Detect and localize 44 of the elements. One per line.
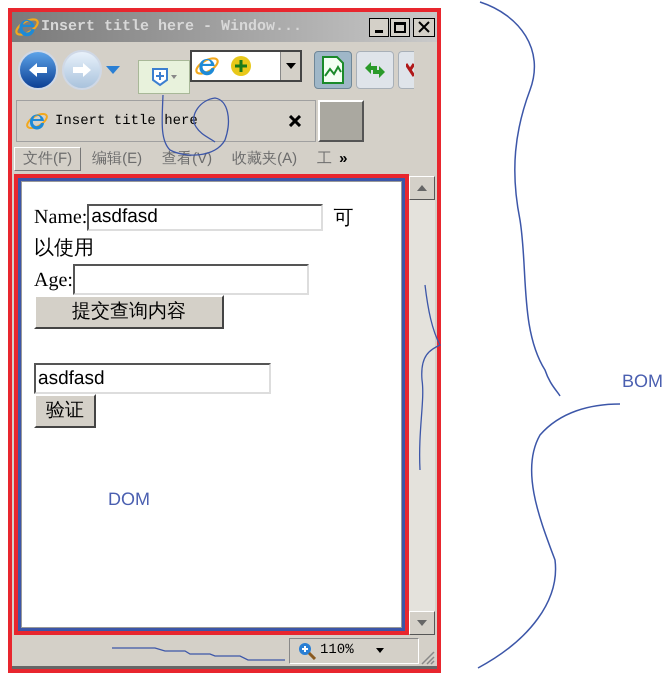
up-triangle-icon xyxy=(417,185,427,191)
left-arrow-icon xyxy=(27,61,49,79)
close-button[interactable] xyxy=(413,18,435,36)
address-box[interactable] xyxy=(190,50,302,82)
dropdown-button[interactable] xyxy=(280,52,300,80)
name-label: Name: xyxy=(34,205,88,230)
zoom-control[interactable]: 110% xyxy=(289,638,419,664)
right-arrow-icon xyxy=(71,61,93,79)
back-button[interactable] xyxy=(18,50,58,90)
close-icon xyxy=(418,21,430,33)
plus-shield-icon xyxy=(151,67,169,87)
bom-label: BOM xyxy=(622,370,664,393)
resize-grip-icon[interactable] xyxy=(419,649,435,665)
caret-icon xyxy=(376,648,384,653)
maximize-button[interactable] xyxy=(390,18,410,36)
down-triangle-icon xyxy=(417,620,427,626)
compatibility-button[interactable] xyxy=(314,51,352,89)
availability-message: 以使用 xyxy=(34,234,94,261)
age-label: Age: xyxy=(34,268,73,292)
refresh-arrows-icon xyxy=(363,60,387,80)
overflow-chevron[interactable]: » xyxy=(339,148,348,170)
check-field[interactable]: asdfasd xyxy=(34,363,271,394)
page-icon xyxy=(321,56,345,84)
age-field[interactable] xyxy=(72,264,309,295)
cross-icon xyxy=(406,62,414,78)
scroll-down-button[interactable] xyxy=(409,611,435,635)
add-favorite-button[interactable] xyxy=(138,60,190,94)
window-title: Insert title here - Window... xyxy=(41,16,304,37)
plus-circle-icon xyxy=(230,55,252,77)
verify-button[interactable]: 验证 xyxy=(34,394,96,428)
scroll-up-button[interactable] xyxy=(409,176,435,200)
caret-icon xyxy=(171,75,177,79)
submit-button[interactable]: 提交查询内容 xyxy=(34,295,224,329)
availability-message: 可 xyxy=(333,204,354,231)
dom-label: DOM xyxy=(108,488,150,511)
minimize-button[interactable] xyxy=(369,18,389,36)
refresh-button[interactable] xyxy=(356,51,394,89)
close-icon[interactable] xyxy=(289,115,301,127)
new-tab-button[interactable] xyxy=(318,100,364,142)
caret-icon xyxy=(286,63,296,69)
dropdown-arrow-icon[interactable] xyxy=(106,66,120,74)
name-field[interactable]: asdfasd xyxy=(87,204,324,230)
magnifier-icon xyxy=(298,642,316,660)
stop-button[interactable] xyxy=(398,51,414,89)
